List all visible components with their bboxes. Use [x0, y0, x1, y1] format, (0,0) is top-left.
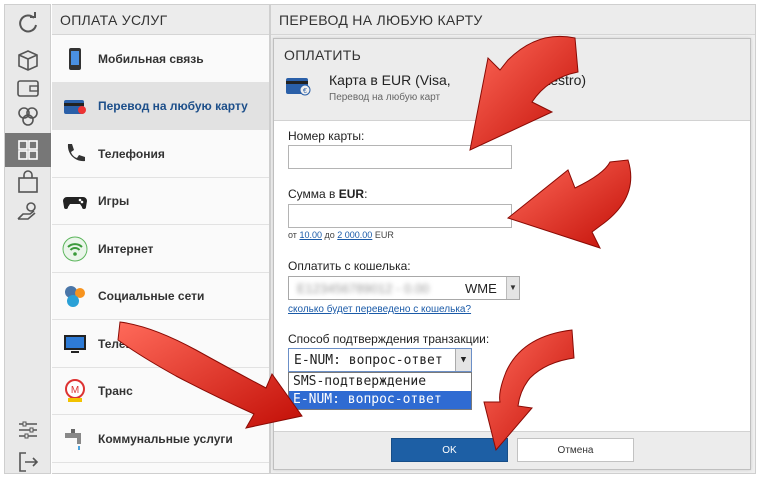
wifi-icon: [60, 234, 90, 264]
dialog-title: ОПЛАТИТЬ: [284, 47, 362, 63]
hand-coin-icon[interactable]: [13, 197, 43, 227]
option-sms[interactable]: SMS-подтверждение: [289, 373, 471, 391]
transfer-title: ПЕРЕВОД НА ЛЮБУЮ КАРТУ: [271, 5, 755, 35]
card-name: Карта в EUR (Visa, Card, Maestro): [329, 72, 586, 88]
dialog-header: ОПЛАТИТЬ € Карта в EUR (Visa, Card, Maest…: [274, 39, 750, 121]
bank-card-icon: [60, 91, 90, 121]
range-from-word: от: [288, 230, 297, 240]
wallet-amount-link[interactable]: сколько будет переведено с кошелька?: [288, 304, 471, 315]
amount-label-currency: EUR: [338, 187, 365, 201]
amount-label-suffix: :: [364, 187, 368, 201]
payment-dialog: ОПЛАТИТЬ € Карта в EUR (Visa, Card, Maest…: [273, 38, 751, 470]
confirm-options-list: SMS-подтверждение E-NUM: вопрос-ответ: [288, 372, 472, 410]
amount-label-prefix: Сумма в: [288, 187, 339, 201]
transport-icon: M: [60, 376, 90, 406]
chevron-down-icon[interactable]: ▼: [506, 277, 519, 299]
range-currency: EUR: [374, 230, 394, 240]
service-label: Мобильная связь: [98, 52, 204, 66]
logout-icon[interactable]: [13, 447, 43, 477]
amount-label: Сумма в EUR:: [288, 187, 367, 201]
wallet-select[interactable]: E123456789012 - 0.00 WME ▼: [288, 276, 520, 300]
confirm-method-select[interactable]: E-NUM: вопрос-ответ ▼: [288, 348, 472, 372]
service-item-telephony[interactable]: Телефония: [52, 131, 269, 178]
wallet-number-blurred: E123456789012 - 0.00: [297, 281, 430, 296]
gamepad-icon: [60, 186, 90, 216]
amount-range-hint: от 10.00 до 2 000.00 EUR: [288, 230, 394, 240]
service-label: Интернет: [98, 242, 154, 256]
card-number-label: Номер карты:: [288, 129, 365, 143]
service-item-mobile[interactable]: Мобильная связь: [52, 36, 269, 83]
confirm-selected-value: E-NUM: вопрос-ответ: [294, 353, 443, 368]
service-label: Телефония: [98, 147, 165, 161]
service-label: Транс: [98, 384, 133, 398]
coins-icon[interactable]: [13, 101, 43, 131]
sliders-icon[interactable]: [13, 415, 43, 445]
refresh-icon[interactable]: [13, 9, 43, 39]
wallet-type: WME: [465, 281, 497, 296]
range-min-link[interactable]: 10.00: [299, 230, 322, 240]
services-icon[interactable]: [5, 133, 51, 167]
service-label: Социальные сети: [98, 289, 205, 303]
card-name-tail: Card, Maestro): [492, 72, 587, 88]
wallet-icon[interactable]: [13, 73, 43, 103]
option-enum[interactable]: E-NUM: вопрос-ответ: [289, 391, 471, 409]
cancel-button[interactable]: Отмена: [517, 438, 634, 462]
faucet-icon: [60, 424, 90, 454]
services-panel: ОПЛАТА УСЛУГ Мобильная связь Перевод на …: [52, 4, 270, 474]
service-item-tv[interactable]: Телевидение: [52, 321, 269, 368]
card-subtitle: Перевод на любую карт: [329, 92, 441, 103]
service-item-utilities[interactable]: Коммунальные услуги: [52, 416, 269, 463]
service-item-transport[interactable]: M Транс: [52, 368, 269, 415]
tv-icon: [60, 329, 90, 359]
chevron-down-icon[interactable]: ▼: [455, 349, 471, 371]
box-icon[interactable]: [13, 45, 43, 75]
telephone-icon: [60, 139, 90, 169]
confirm-label: Способ подтверждения транзакции:: [288, 332, 490, 346]
card-name-head: Карта в EUR (Visa,: [329, 72, 451, 88]
service-label: Игры: [98, 194, 130, 208]
amount-input[interactable]: [288, 204, 512, 228]
service-label: Перевод на любую карту: [98, 99, 248, 113]
ok-button[interactable]: OK: [391, 438, 508, 462]
service-label: Телевидение: [98, 337, 176, 351]
card-number-input[interactable]: [288, 145, 512, 169]
services-title: ОПЛАТА УСЛУГ: [52, 5, 269, 35]
left-rail: [4, 4, 51, 474]
dialog-footer: OK Отмена: [274, 431, 750, 469]
bank-card-icon: €: [284, 71, 312, 99]
range-max-link[interactable]: 2 000.00: [337, 230, 372, 240]
gift-bag-icon[interactable]: [13, 167, 43, 197]
svg-text:€: €: [303, 88, 307, 95]
range-to-word: до: [324, 230, 335, 240]
svg-text:M: M: [71, 385, 79, 396]
service-item-card-transfer[interactable]: Перевод на любую карту: [52, 83, 269, 130]
service-label: Коммунальные услуги: [98, 432, 233, 446]
mobile-phone-icon: [60, 44, 90, 74]
service-item-social[interactable]: Социальные сети: [52, 273, 269, 320]
service-item-internet[interactable]: Интернет: [52, 226, 269, 273]
service-item-games[interactable]: Игры: [52, 178, 269, 225]
social-icon: [60, 281, 90, 311]
wallet-label: Оплатить с кошелька:: [288, 259, 411, 273]
